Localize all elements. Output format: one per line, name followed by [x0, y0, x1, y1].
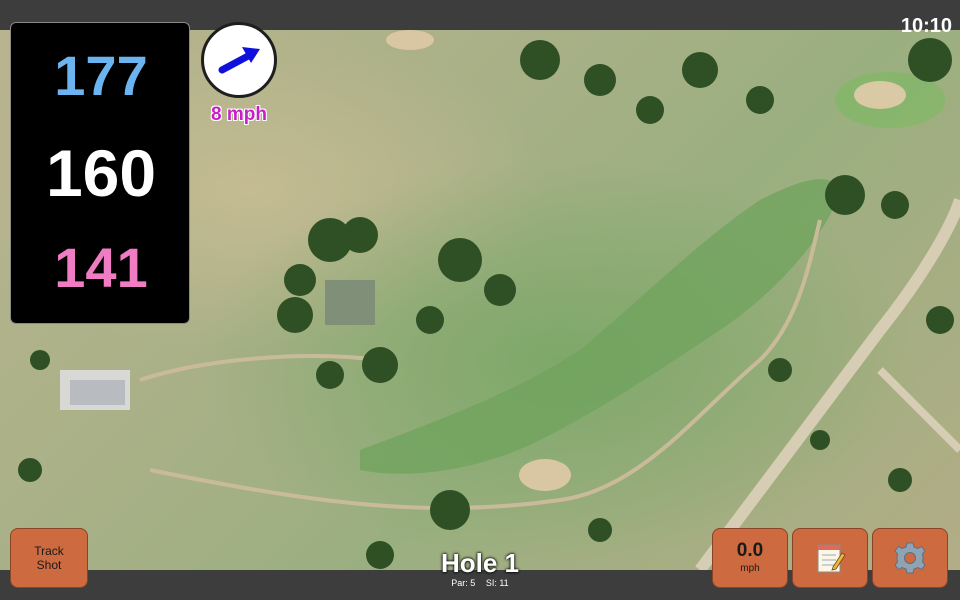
- speed-button[interactable]: 0.0 mph: [712, 528, 788, 588]
- wind-direction-dial: [201, 22, 277, 98]
- track-shot-label-line2: Shot: [36, 558, 62, 572]
- hole-par: Par: 5: [451, 578, 476, 588]
- status-clock: 10:10: [900, 15, 952, 37]
- notes-button[interactable]: [792, 528, 868, 588]
- track-shot-button[interactable]: Track Shot: [10, 528, 88, 588]
- hole-title: Hole 1: [440, 548, 520, 578]
- settings-button[interactable]: [872, 528, 948, 588]
- speed-unit: mph: [740, 563, 760, 574]
- notepad-icon: [817, 544, 846, 573]
- speed-value: 0.0: [736, 540, 764, 561]
- hole-meta: Par: 5 SI: 11: [380, 578, 580, 588]
- distance-front-of-green: 141: [54, 236, 148, 299]
- hole-stroke-index: SI: 11: [485, 578, 509, 588]
- track-shot-label-line1: Track: [34, 544, 64, 558]
- gear-icon: [894, 542, 926, 574]
- distance-center-of-green: 160: [45, 136, 157, 210]
- wind-direction-arrow-icon: [218, 47, 260, 74]
- distance-back-of-green: 177: [54, 44, 148, 107]
- wind-speed-label: 8 mph: [211, 104, 267, 125]
- distance-panel: 177 160 141: [10, 22, 190, 324]
